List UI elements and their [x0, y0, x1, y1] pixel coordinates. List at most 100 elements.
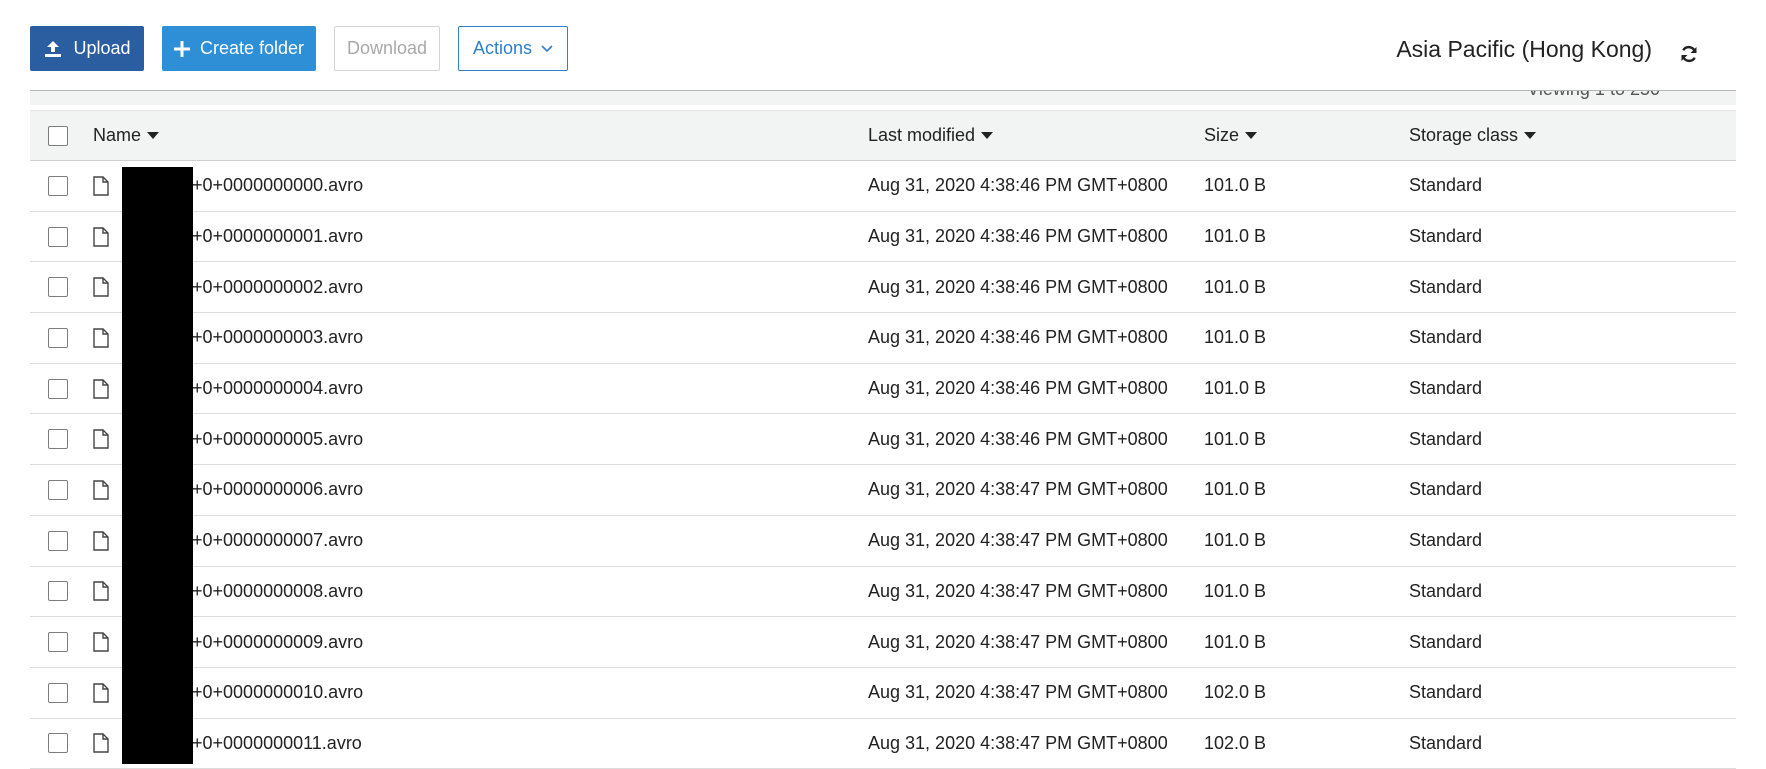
size-cell: 101.0 B	[1204, 479, 1267, 500]
row-checkbox[interactable]	[48, 682, 68, 703]
last-modified-cell: Aug 31, 2020 4:38:47 PM GMT+0800	[868, 580, 1168, 601]
name-header: Name	[93, 125, 142, 145]
file-name-link[interactable]: +0+0000000009.avro	[192, 632, 363, 653]
file-icon	[93, 480, 109, 500]
storage-class-cell: Standard	[1409, 276, 1483, 297]
sort-caret-icon	[147, 132, 160, 139]
file-icon	[93, 429, 109, 449]
file-name-link[interactable]: +0+0000000008.avro	[192, 581, 363, 602]
file-icon	[93, 277, 109, 297]
actions-dropdown[interactable]: Actions	[458, 26, 568, 71]
file-name-link[interactable]: +0+0000000010.avro	[192, 682, 363, 703]
row-checkbox[interactable]	[48, 581, 68, 602]
viewing-strip: Viewing 1 to 250	[30, 91, 1736, 105]
storage-class-cell: Standard	[1409, 378, 1483, 399]
storage-class-cell: Standard	[1409, 732, 1483, 753]
upload-icon	[43, 39, 63, 59]
last-modified-cell: Aug 31, 2020 4:38:46 PM GMT+0800	[868, 276, 1168, 297]
select-all-cell	[48, 111, 68, 160]
last-modified-cell: Aug 31, 2020 4:38:46 PM GMT+0800	[868, 378, 1168, 399]
storage-class-cell: Standard	[1409, 327, 1483, 348]
objects-table: Name Last modified Size Storage class +0…	[30, 110, 1736, 769]
row-select-cell	[48, 212, 68, 262]
sort-by-last-modified[interactable]: Last modified	[868, 125, 994, 146]
storage-class-cell: Standard	[1409, 226, 1483, 247]
size-cell: 101.0 B	[1204, 530, 1267, 551]
file-name-link[interactable]: +0+0000000002.avro	[192, 277, 363, 298]
table-row: +0+0000000008.avro Aug 31, 2020 4:38:47 P…	[30, 566, 1736, 618]
redaction-block	[122, 167, 193, 764]
sort-caret-icon	[1524, 132, 1537, 139]
row-checkbox[interactable]	[48, 429, 68, 450]
row-select-cell	[48, 567, 68, 617]
viewing-range-text: Viewing 1 to 250	[1527, 91, 1660, 100]
file-name-link[interactable]: +0+0000000004.avro	[192, 378, 363, 399]
row-select-cell	[48, 313, 68, 363]
size-header: Size	[1204, 125, 1240, 145]
create-folder-button[interactable]: Create folder	[162, 26, 316, 71]
table-row: +0+0000000001.avro Aug 31, 2020 4:38:46 P…	[30, 211, 1736, 263]
table-header: Name Last modified Size Storage class	[30, 110, 1736, 161]
last-modified-cell: Aug 31, 2020 4:38:46 PM GMT+0800	[868, 226, 1168, 247]
table-row: +0+0000000011.avro Aug 31, 2020 4:38:47 P…	[30, 718, 1736, 769]
row-select-cell	[48, 516, 68, 566]
download-button[interactable]: Download	[334, 26, 440, 71]
size-cell: 102.0 B	[1204, 682, 1267, 703]
row-checkbox[interactable]	[48, 277, 68, 298]
file-name-link[interactable]: +0+0000000006.avro	[192, 479, 363, 500]
storage-class-cell: Standard	[1409, 580, 1483, 601]
file-name-link[interactable]: +0+0000000005.avro	[192, 429, 363, 450]
upload-button[interactable]: Upload	[30, 26, 144, 71]
region-label: Asia Pacific (Hong Kong)	[1396, 36, 1652, 62]
row-checkbox[interactable]	[48, 327, 68, 348]
table-body: +0+0000000000.avro Aug 31, 2020 4:38:46 P…	[30, 161, 1736, 769]
size-cell: 101.0 B	[1204, 276, 1267, 297]
file-name-link[interactable]: +0+0000000003.avro	[192, 327, 363, 348]
file-name-link[interactable]: +0+0000000011.avro	[192, 733, 362, 754]
actions-label: Actions	[472, 38, 533, 58]
row-checkbox[interactable]	[48, 226, 68, 247]
table-row: +0+0000000002.avro Aug 31, 2020 4:38:46 P…	[30, 262, 1736, 314]
row-checkbox[interactable]	[48, 530, 68, 551]
select-all-checkbox[interactable]	[48, 125, 68, 146]
file-icon	[93, 176, 109, 196]
file-icon	[93, 581, 109, 602]
row-checkbox[interactable]	[48, 378, 68, 399]
plus-icon	[173, 40, 190, 57]
row-select-cell	[48, 161, 68, 211]
sort-caret-icon	[981, 132, 994, 139]
file-name-link[interactable]: +0+0000000000.avro	[192, 175, 363, 196]
row-checkbox[interactable]	[48, 733, 68, 754]
row-checkbox[interactable]	[48, 632, 68, 653]
row-select-cell	[48, 465, 68, 515]
row-checkbox[interactable]	[48, 479, 68, 500]
storage-class-header: Storage class	[1409, 125, 1519, 145]
refresh-icon[interactable]	[1678, 43, 1700, 65]
sort-by-size[interactable]: Size	[1204, 125, 1258, 146]
chevron-down-icon	[541, 44, 553, 53]
file-name-link[interactable]: +0+0000000001.avro	[192, 226, 363, 247]
file-icon	[93, 378, 109, 399]
row-select-cell	[48, 262, 68, 312]
table-row: +0+0000000003.avro Aug 31, 2020 4:38:46 P…	[30, 313, 1736, 364]
table-row: +0+0000000004.avro Aug 31, 2020 4:38:46 P…	[30, 363, 1736, 415]
last-modified-header: Last modified	[868, 125, 976, 145]
table-row: +0+0000000010.avro Aug 31, 2020 4:38:47 P…	[30, 667, 1736, 719]
file-icon	[93, 226, 109, 247]
last-modified-cell: Aug 31, 2020 4:38:46 PM GMT+0800	[868, 428, 1168, 449]
size-cell: 101.0 B	[1204, 631, 1267, 652]
storage-class-cell: Standard	[1409, 428, 1483, 449]
last-modified-cell: Aug 31, 2020 4:38:47 PM GMT+0800	[868, 479, 1168, 500]
storage-class-cell: Standard	[1409, 682, 1483, 703]
storage-class-cell: Standard	[1409, 479, 1483, 500]
name-header-cell: Name	[93, 111, 160, 160]
size-cell: 101.0 B	[1204, 226, 1267, 247]
table-row: +0+0000000005.avro Aug 31, 2020 4:38:46 P…	[30, 414, 1736, 466]
table-row: +0+0000000009.avro Aug 31, 2020 4:38:47 P…	[30, 617, 1736, 668]
row-select-cell	[48, 719, 68, 769]
create-folder-label: Create folder	[199, 38, 305, 58]
sort-by-name[interactable]: Name	[93, 125, 160, 146]
sort-by-storage-class[interactable]: Storage class	[1409, 125, 1537, 146]
file-name-link[interactable]: +0+0000000007.avro	[192, 530, 363, 551]
row-checkbox[interactable]	[48, 175, 68, 196]
